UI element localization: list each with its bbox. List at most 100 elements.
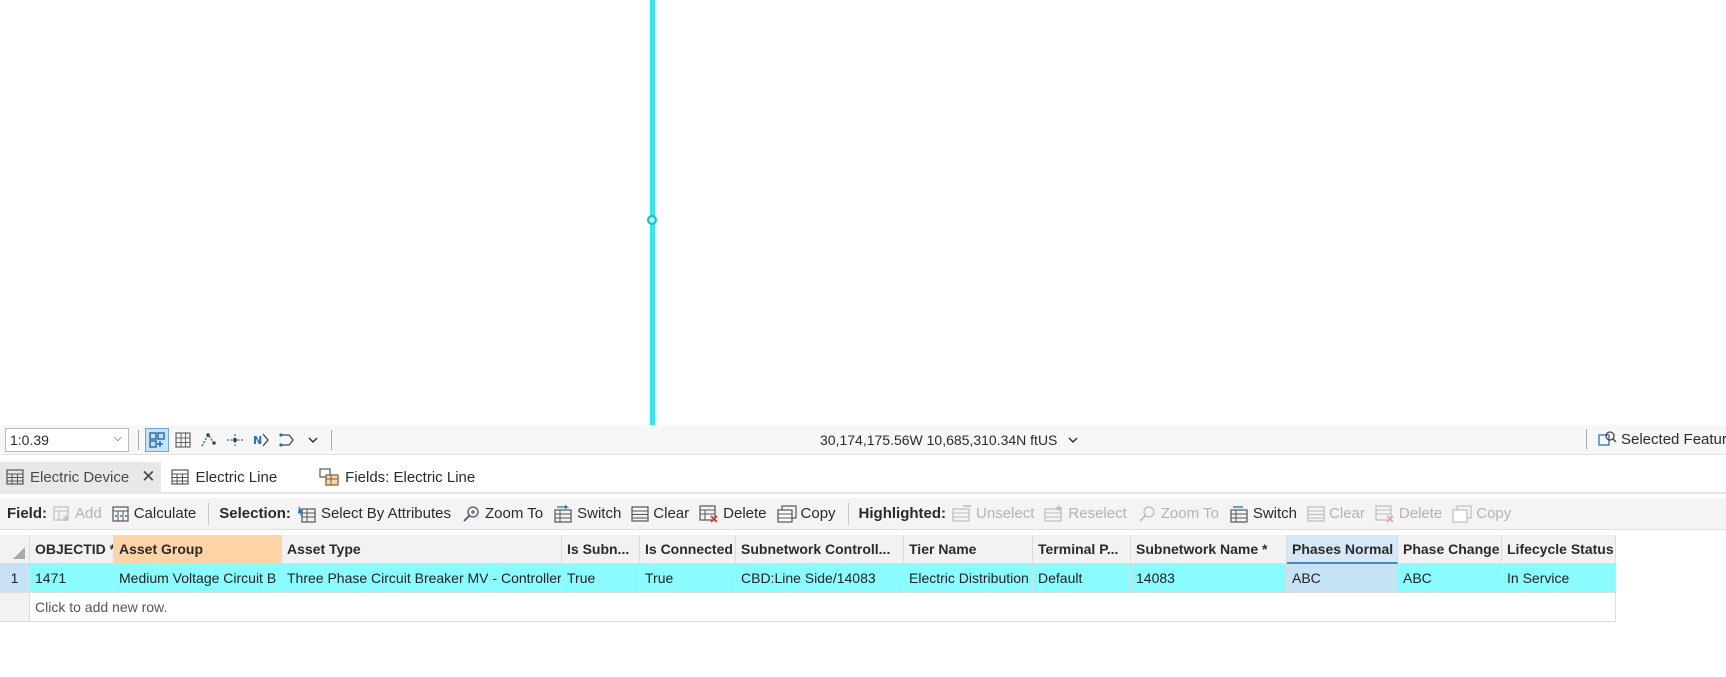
- chevron-down-icon[interactable]: ⌵: [114, 432, 122, 445]
- zoom-to-highlighted-button[interactable]: Zoom To: [1137, 505, 1219, 523]
- table-row[interactable]: 1 1471 Medium Voltage Circuit B Three Ph…: [0, 564, 1616, 593]
- chevron-down-icon[interactable]: [301, 428, 325, 452]
- switch-highlighted-button[interactable]: Switch: [1229, 505, 1297, 523]
- select-all-corner[interactable]: [0, 535, 30, 564]
- add-field-label: Add: [75, 505, 102, 522]
- coordinate-text: 30,174,175.56W 10,685,310.34N ftUS: [820, 432, 1058, 448]
- row-number[interactable]: 1: [0, 564, 30, 593]
- select-by-attributes-label: Select By Attributes: [320, 505, 452, 522]
- selected-features-icon: [1598, 431, 1617, 446]
- reselect-label: Reselect: [1068, 505, 1127, 522]
- add-new-row[interactable]: Click to add new row.: [0, 593, 1616, 622]
- cell-subnetwork-name[interactable]: 14083: [1131, 564, 1287, 593]
- map-tools: N: [134, 428, 336, 452]
- cell-tier-name[interactable]: Electric Distribution: [904, 564, 1033, 593]
- column-header-asset-group[interactable]: Asset Group: [114, 535, 282, 564]
- tab-label: Electric Line: [195, 468, 278, 486]
- clear-selection-button[interactable]: Clear: [631, 505, 689, 522]
- column-header-lifecycle-status[interactable]: Lifecycle Status: [1502, 535, 1616, 564]
- inference-icon[interactable]: [223, 428, 247, 452]
- scale-value: 1:0.39: [10, 432, 49, 448]
- divider: [138, 430, 139, 450]
- reselect-highlighted-button[interactable]: Reselect: [1044, 504, 1127, 523]
- column-header-terminal[interactable]: Terminal P...: [1033, 535, 1131, 564]
- chevron-down-icon[interactable]: [1067, 434, 1079, 446]
- cell-phases-normal[interactable]: ABC: [1287, 564, 1398, 593]
- switch-selection-button[interactable]: Switch: [553, 504, 621, 523]
- attribute-table: OBJECTID * Asset Group Asset Type Is Sub…: [0, 535, 1616, 622]
- reselect-icon: [1044, 504, 1063, 522]
- zoom-to-icon: [1139, 505, 1155, 522]
- zoom-to-highlighted-label: Zoom To: [1160, 505, 1219, 522]
- add-new-row-text[interactable]: Click to add new row.: [30, 593, 1616, 622]
- switch-highlighted-label: Switch: [1252, 505, 1298, 522]
- snapping-icon[interactable]: [145, 428, 169, 452]
- cell-asset-type[interactable]: Three Phase Circuit Breaker MV - Control…: [282, 564, 562, 593]
- highlighted-label: Highlighted:: [858, 505, 947, 522]
- map-status-bar: 1:0.39 ⌵ N 30,174,175.56W 10,685,310.34N…: [0, 425, 1726, 455]
- cell-phase-change[interactable]: ABC: [1398, 564, 1502, 593]
- cell-is-connected[interactable]: True: [640, 564, 736, 593]
- add-field-button[interactable]: Add: [53, 505, 102, 522]
- selected-electric-line-feature[interactable]: [650, 0, 655, 425]
- column-header-objectid[interactable]: OBJECTID *: [30, 535, 114, 564]
- delete-highlighted-label: Delete: [1398, 505, 1443, 522]
- cell-asset-group[interactable]: Medium Voltage Circuit B: [114, 564, 282, 593]
- clear-highlighted-button[interactable]: Clear: [1307, 505, 1365, 522]
- copy-highlighted-button[interactable]: Copy: [1452, 504, 1511, 523]
- table-icon: [6, 469, 24, 485]
- attribute-table-tabs: Electric Device ✕ Electric Line Fields: …: [0, 462, 1726, 494]
- calculate-label: Calculate: [133, 505, 197, 522]
- column-header-subnetwork-controller[interactable]: Subnetwork Controll...: [736, 535, 904, 564]
- tab-electric-line[interactable]: Electric Line: [161, 462, 283, 492]
- cell-is-subnetwork[interactable]: True: [562, 564, 640, 593]
- cell-objectid[interactable]: 1471: [30, 564, 114, 593]
- tab-electric-device[interactable]: Electric Device ✕: [0, 462, 162, 492]
- calculate-field-button[interactable]: Calculate: [112, 505, 197, 522]
- map-view[interactable]: [0, 0, 1726, 425]
- column-header-is-subnetwork[interactable]: Is Subn...: [562, 535, 640, 564]
- correction-icon[interactable]: N: [249, 428, 273, 452]
- fields-view-icon: [319, 468, 339, 486]
- divider: [1586, 429, 1587, 449]
- cell-lifecycle-status[interactable]: In Service: [1502, 564, 1616, 593]
- zoom-to-selection-button[interactable]: Zoom To: [461, 505, 543, 523]
- field-label: Field:: [7, 505, 47, 522]
- column-header-subnetwork-name[interactable]: Subnetwork Name *: [1131, 535, 1287, 564]
- delete-highlighted-button[interactable]: Delete: [1375, 504, 1443, 523]
- scale-selector[interactable]: 1:0.39 ⌵: [5, 428, 129, 452]
- column-header-is-connected[interactable]: Is Connected: [640, 535, 736, 564]
- grid-icon[interactable]: [171, 428, 195, 452]
- column-header-phases-normal[interactable]: Phases Normal: [1287, 535, 1398, 564]
- coordinate-readout[interactable]: 30,174,175.56W 10,685,310.34N ftUS: [820, 432, 1079, 448]
- cell-subnetwork-controller[interactable]: CBD:Line Side/14083: [736, 564, 904, 593]
- tab-label: Fields: Electric Line: [345, 468, 476, 486]
- constraints-icon[interactable]: [197, 428, 221, 452]
- copy-selection-button[interactable]: Copy: [776, 504, 836, 523]
- delete-icon: [699, 504, 718, 523]
- copy-highlighted-icon: [1452, 504, 1472, 523]
- switch-selection-icon: [554, 504, 572, 523]
- clear-label: Clear: [653, 505, 690, 522]
- copy-icon: [776, 504, 797, 523]
- clear-highlighted-label: Clear: [1329, 505, 1365, 522]
- column-header-asset-type[interactable]: Asset Type: [282, 535, 562, 564]
- topology-icon[interactable]: [275, 428, 299, 452]
- table-header-row: OBJECTID * Asset Group Asset Type Is Sub…: [0, 535, 1616, 564]
- divider: [208, 502, 210, 525]
- close-icon[interactable]: ✕: [141, 467, 155, 487]
- select-by-attributes-button[interactable]: Select By Attributes: [297, 505, 451, 523]
- clear-selection-icon: [631, 505, 649, 522]
- cell-terminal[interactable]: Default: [1033, 564, 1131, 593]
- unselect-highlighted-button[interactable]: Unselect: [952, 504, 1034, 523]
- column-header-tier-name[interactable]: Tier Name: [904, 535, 1033, 564]
- delete-selection-button[interactable]: Delete: [699, 504, 767, 523]
- add-field-icon: [53, 505, 69, 521]
- line-vertex[interactable]: [647, 215, 657, 225]
- tab-label: Electric Device: [30, 468, 130, 486]
- selected-features-button[interactable]: Selected Feature: [1586, 429, 1726, 449]
- column-header-phase-change[interactable]: Phase Change: [1398, 535, 1502, 564]
- svg-text:N: N: [253, 434, 262, 447]
- divider: [847, 502, 849, 525]
- tab-fields-electric-line[interactable]: Fields: Electric Line: [283, 462, 481, 492]
